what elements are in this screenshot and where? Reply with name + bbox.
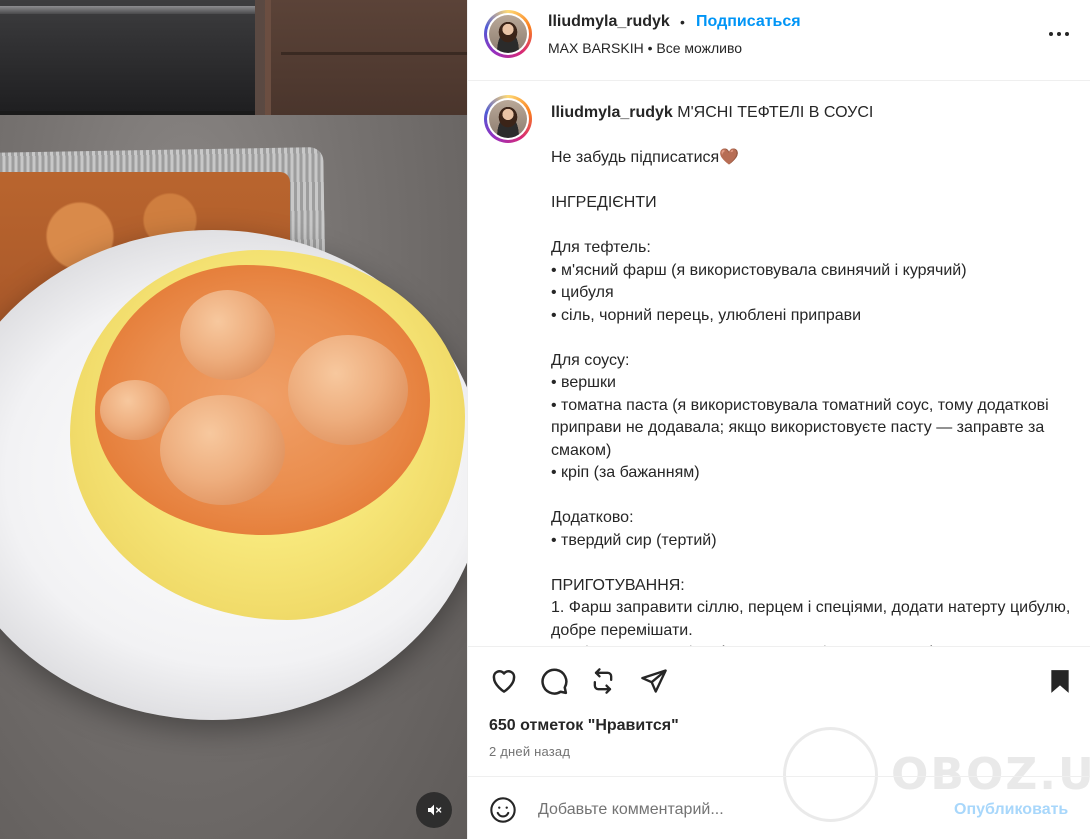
caption-title: М'ЯСНІ ТЕФТЕЛІ В СОУСІ bbox=[672, 104, 874, 121]
caption-line: 1. Фарш заправити сіллю, перцем і спеція… bbox=[551, 599, 1071, 639]
more-options-button[interactable] bbox=[1044, 22, 1074, 46]
caption-line: ПРИГОТУВАННЯ: bbox=[551, 576, 685, 594]
caption-line: Для тефтель: bbox=[551, 239, 651, 256]
media-meatball bbox=[180, 290, 275, 380]
caption-header: lliudmyla_rudyk М'ЯСНІ ТЕФТЕЛІ В СОУСІ bbox=[551, 102, 1071, 125]
caption-line: Не забудь підписатися🤎 bbox=[551, 149, 740, 166]
more-horizontal-icon bbox=[1065, 32, 1069, 36]
caption-line: • сіль, чорний перець, улюблені приправи bbox=[551, 306, 862, 324]
emoji-button[interactable] bbox=[488, 795, 518, 825]
sound-off-icon bbox=[428, 804, 442, 816]
caption-line: • томатна паста (я використовувала томат… bbox=[551, 396, 1049, 459]
caption-line: • кріп (за бажанням) bbox=[551, 464, 700, 481]
bookmark-icon bbox=[1051, 670, 1069, 693]
caption-username[interactable]: lliudmyla_rudyk bbox=[551, 104, 673, 121]
caption-text: lliudmyla_rudyk М'ЯСНІ ТЕФТЕЛІ В СОУСІ Н… bbox=[551, 102, 1071, 646]
caption-line: Для соусу: bbox=[551, 351, 630, 369]
comment-button[interactable] bbox=[537, 664, 571, 698]
smiley-icon bbox=[490, 797, 516, 823]
media-meatball bbox=[160, 395, 285, 505]
separator-dot: • bbox=[680, 14, 685, 30]
share-icon bbox=[641, 669, 667, 693]
caption-line: ІНГРЕДІЄНТИ bbox=[551, 194, 657, 211]
repost-icon bbox=[593, 668, 613, 694]
media-oven bbox=[0, 0, 255, 115]
share-button[interactable] bbox=[637, 664, 671, 698]
comment-input[interactable] bbox=[538, 795, 938, 825]
media-meatball bbox=[100, 380, 170, 440]
post-timestamp[interactable]: 2 дней назад bbox=[489, 744, 570, 759]
username-link[interactable]: lliudmyla_rudyk bbox=[548, 13, 670, 31]
more-horizontal-icon bbox=[1049, 32, 1053, 36]
comment-icon bbox=[541, 668, 568, 695]
comment-bar: Опубликовать bbox=[468, 776, 1090, 839]
avatar[interactable] bbox=[484, 10, 532, 58]
caption-line: Додатково: bbox=[551, 509, 634, 526]
follow-button[interactable]: Подписаться bbox=[696, 13, 801, 31]
avatar-ring-inner bbox=[487, 13, 529, 55]
avatar-ring-inner bbox=[487, 98, 529, 140]
action-bar: 650 отметок "Нравится" 2 дней назад bbox=[468, 646, 1090, 776]
repost-button[interactable] bbox=[586, 664, 620, 698]
caption-line: • вершки bbox=[551, 374, 616, 391]
post-media[interactable] bbox=[0, 0, 467, 839]
media-drawer bbox=[265, 0, 467, 115]
caption-line: • цибуля bbox=[551, 284, 614, 301]
media-meatball bbox=[288, 335, 408, 445]
likes-count[interactable]: 650 отметок "Нравится" bbox=[489, 717, 679, 735]
save-button[interactable] bbox=[1043, 664, 1077, 698]
post-panel: lliudmyla_rudyk • Подписаться MAX BARSKI… bbox=[467, 0, 1090, 839]
caption-line: • м'ясний фарш (я використовувала свиняч… bbox=[551, 261, 967, 279]
media-oven-handle bbox=[0, 6, 255, 14]
post-comment-button[interactable]: Опубликовать bbox=[954, 801, 1068, 819]
caption-line: • твердий сир (тертий) bbox=[551, 531, 717, 549]
avatar-image bbox=[489, 100, 527, 138]
audio-link[interactable]: MAX BARSKIH • Все можливо bbox=[548, 40, 742, 56]
caption-avatar[interactable] bbox=[484, 95, 532, 143]
like-button[interactable] bbox=[487, 664, 521, 698]
avatar-image bbox=[489, 15, 527, 53]
more-horizontal-icon bbox=[1057, 32, 1061, 36]
caption-lines: Не забудь підписатися🤎 ІНГРЕДІЄНТИ Для теф… bbox=[551, 147, 1071, 646]
heart-icon bbox=[492, 670, 516, 693]
caption-area[interactable]: lliudmyla_rudyk М'ЯСНІ ТЕФТЕЛІ В СОУСІ Н… bbox=[468, 82, 1090, 646]
mute-button[interactable] bbox=[416, 792, 452, 828]
post-header: lliudmyla_rudyk • Подписаться MAX BARSKI… bbox=[468, 0, 1090, 81]
